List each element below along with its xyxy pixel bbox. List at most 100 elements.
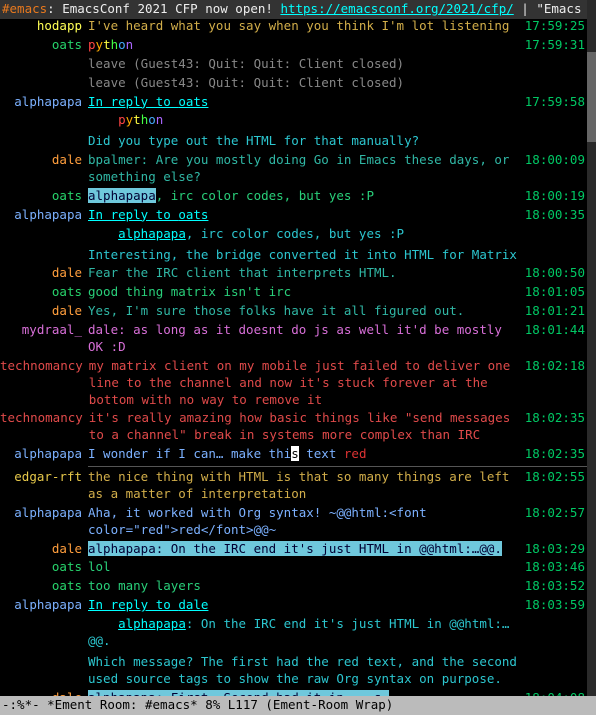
message-timestamp bbox=[527, 75, 587, 92]
message-nick bbox=[0, 616, 88, 650]
message-nick bbox=[0, 654, 88, 688]
message-row: oatsgood thing matrix isn't irc18:01:05 bbox=[0, 283, 587, 302]
message-timestamp bbox=[527, 112, 587, 129]
message-body: In reply to dale bbox=[88, 597, 525, 614]
message-nick: oats bbox=[0, 284, 88, 301]
message-body: I wonder if I can… make this text red bbox=[88, 446, 525, 463]
message-timestamp: 18:02:18 bbox=[525, 358, 587, 409]
topic-suffix: | "Emacs is a co bbox=[514, 1, 596, 16]
message-row: alphapapaAha, it worked with Org syntax!… bbox=[0, 504, 587, 540]
message-body: it's really amazing how basic things lik… bbox=[89, 410, 525, 444]
message-nick bbox=[0, 112, 88, 129]
message-timestamp: 18:02:35 bbox=[525, 410, 587, 444]
message-row: alphapapa: On the IRC end it's just HTML… bbox=[0, 615, 587, 651]
message-row: alphapapaI wonder if I can… make this te… bbox=[0, 445, 587, 464]
message-body: python bbox=[88, 37, 525, 54]
message-row: dalealphapapa: On the IRC end it's just … bbox=[0, 540, 587, 559]
message-row: daleFear the IRC client that interprets … bbox=[0, 264, 587, 283]
message-timestamp: 17:59:31 bbox=[525, 37, 587, 54]
message-nick: dale bbox=[0, 265, 88, 282]
message-row: Interesting, the bridge converted it int… bbox=[0, 246, 587, 265]
message-nick: dale bbox=[0, 541, 88, 558]
message-row: alphapapaIn reply to oats17:59:58 bbox=[0, 93, 587, 112]
message-row: oatstoo many layers18:03:52 bbox=[0, 577, 587, 596]
message-body: good thing matrix isn't irc bbox=[88, 284, 525, 301]
message-timestamp: 18:03:46 bbox=[525, 559, 587, 576]
message-body: the nice thing with HTML is that so many… bbox=[88, 469, 525, 503]
message-timestamp bbox=[527, 247, 587, 264]
message-nick: dale bbox=[0, 152, 88, 186]
message-row: oatslol18:03:46 bbox=[0, 558, 587, 577]
message-body: too many layers bbox=[88, 578, 525, 595]
message-timestamp: 18:03:59 bbox=[525, 597, 587, 614]
topic-url[interactable]: https://emacsconf.org/2021/cfp/ bbox=[280, 1, 513, 16]
message-timestamp bbox=[527, 616, 587, 650]
scrollbar-thumb[interactable] bbox=[587, 52, 596, 142]
message-timestamp: 17:59:58 bbox=[525, 94, 587, 111]
message-body: In reply to oats bbox=[88, 207, 525, 224]
message-row: alphapapaIn reply to dale18:03:59 bbox=[0, 596, 587, 615]
message-timestamp bbox=[527, 56, 587, 73]
message-nick: technomancy bbox=[0, 358, 89, 409]
message-row: hodappI've heard what you say when you t… bbox=[0, 17, 587, 36]
message-nick: edgar-rft bbox=[0, 469, 88, 503]
message-timestamp: 17:59:25 bbox=[525, 18, 587, 35]
message-nick bbox=[0, 226, 88, 243]
message-row: oatspython17:59:31 bbox=[0, 36, 587, 55]
message-timestamp: 18:02:55 bbox=[525, 469, 587, 503]
message-body: In reply to oats bbox=[88, 94, 525, 111]
message-body: leave (Guest43: Quit: Quit: Client close… bbox=[88, 56, 527, 73]
message-nick: alphapapa bbox=[0, 505, 88, 539]
message-body: alphapapa, irc color codes, but yes :P bbox=[88, 188, 525, 205]
message-timestamp: 18:00:19 bbox=[525, 188, 587, 205]
message-body: Which message? The first had the red tex… bbox=[88, 654, 527, 688]
message-row: leave (Guest43: Quit: Quit: Client close… bbox=[0, 55, 587, 74]
message-timestamp bbox=[527, 654, 587, 688]
message-body: alphapapa: On the IRC end it's just HTML… bbox=[88, 541, 525, 558]
message-nick: oats bbox=[0, 559, 88, 576]
message-nick: mydraal_ bbox=[0, 322, 88, 356]
message-row: Which message? The first had the red tex… bbox=[0, 653, 587, 689]
message-body: Interesting, the bridge converted it int… bbox=[88, 247, 527, 264]
message-timestamp: 18:03:52 bbox=[525, 578, 587, 595]
message-row: technomancymy matrix client on my mobile… bbox=[0, 357, 587, 410]
mode-line-text: -:%*- *Ement Room: #emacs* 8% L117 (Emen… bbox=[2, 697, 393, 712]
message-timestamp: 18:01:44 bbox=[525, 322, 587, 356]
message-nick: oats bbox=[0, 37, 88, 54]
message-nick: alphapapa bbox=[0, 207, 88, 224]
read-marker bbox=[88, 466, 587, 467]
message-body: Did you type out the HTML for that manua… bbox=[88, 133, 527, 150]
message-row: dalebpalmer: Are you mostly doing Go in … bbox=[0, 151, 587, 187]
message-row: mydraal_dale: as long as it doesnt do js… bbox=[0, 321, 587, 357]
message-nick: oats bbox=[0, 188, 88, 205]
message-nick bbox=[0, 75, 88, 92]
message-row: daleYes, I'm sure those folks have it al… bbox=[0, 302, 587, 321]
message-nick bbox=[0, 247, 88, 264]
message-timestamp bbox=[527, 133, 587, 150]
message-row: leave (Guest43: Quit: Quit: Client close… bbox=[0, 74, 587, 93]
message-row: Did you type out the HTML for that manua… bbox=[0, 132, 587, 151]
message-row: alphapapaIn reply to oats18:00:35 bbox=[0, 206, 587, 225]
message-body: lol bbox=[88, 559, 525, 576]
message-body: dale: as long as it doesnt do js as well… bbox=[88, 322, 525, 356]
message-row: technomancyit's really amazing how basic… bbox=[0, 409, 587, 445]
scrollbar-track[interactable] bbox=[587, 0, 596, 698]
message-nick: alphapapa bbox=[0, 446, 88, 463]
message-timestamp: 18:00:09 bbox=[525, 152, 587, 186]
message-timestamp: 18:01:21 bbox=[525, 303, 587, 320]
message-nick: alphapapa bbox=[0, 94, 88, 111]
message-timestamp bbox=[527, 226, 587, 243]
channel-name: #emacs bbox=[2, 1, 47, 16]
message-timestamp: 18:02:57 bbox=[525, 505, 587, 539]
message-nick: hodapp bbox=[0, 18, 88, 35]
message-row: oatsalphapapa, irc color codes, but yes … bbox=[0, 187, 587, 206]
message-body: python bbox=[88, 112, 527, 129]
message-list: hodappI've heard what you say when you t… bbox=[0, 17, 587, 698]
message-timestamp: 18:01:05 bbox=[525, 284, 587, 301]
message-timestamp: 18:00:50 bbox=[525, 265, 587, 282]
message-timestamp: 18:00:35 bbox=[525, 207, 587, 224]
mode-line: -:%*- *Ement Room: #emacs* 8% L117 (Emen… bbox=[0, 696, 596, 715]
message-body: Yes, I'm sure those folks have it all fi… bbox=[88, 303, 525, 320]
message-timestamp: 18:03:29 bbox=[525, 541, 587, 558]
message-row: alphapapa, irc color codes, but yes :P bbox=[0, 225, 587, 244]
